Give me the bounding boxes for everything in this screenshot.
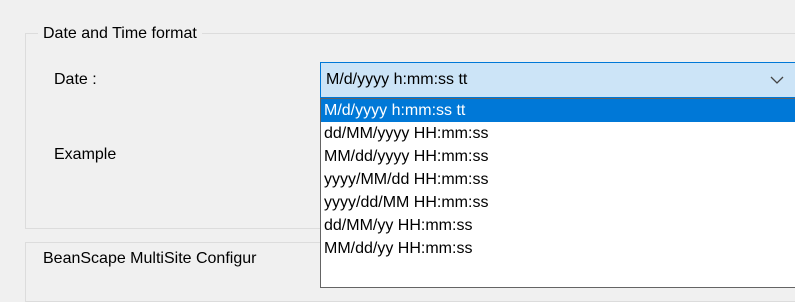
dropdown-option[interactable]: M/d/yyyy h:mm:ss tt — [321, 99, 795, 122]
example-label: Example — [54, 146, 117, 163]
date-time-format-group-title: Date and Time format — [38, 24, 202, 44]
dropdown-option[interactable]: yyyy/dd/MM HH:mm:ss — [321, 191, 795, 214]
dropdown-option[interactable]: dd/MM/yy HH:mm:ss — [321, 214, 795, 237]
dropdown-option[interactable]: yyyy/MM/dd HH:mm:ss — [321, 168, 795, 191]
date-label: Date : — [54, 71, 97, 88]
chevron-down-icon[interactable] — [769, 75, 785, 85]
date-format-combobox[interactable]: M/d/yyyy h:mm:ss tt — [320, 62, 795, 98]
date-format-dropdown-list: M/d/yyyy h:mm:ss tt dd/MM/yyyy HH:mm:ss … — [320, 98, 795, 288]
dropdown-option[interactable]: MM/dd/yyyy HH:mm:ss — [321, 145, 795, 168]
dropdown-option[interactable]: dd/MM/yyyy HH:mm:ss — [321, 122, 795, 145]
multisite-config-group-title: BeanScape MultiSite Configur — [38, 249, 262, 269]
date-format-selected-value: M/d/yyyy h:mm:ss tt — [326, 71, 468, 88]
dropdown-option[interactable]: MM/dd/yy HH:mm:ss — [321, 237, 795, 260]
